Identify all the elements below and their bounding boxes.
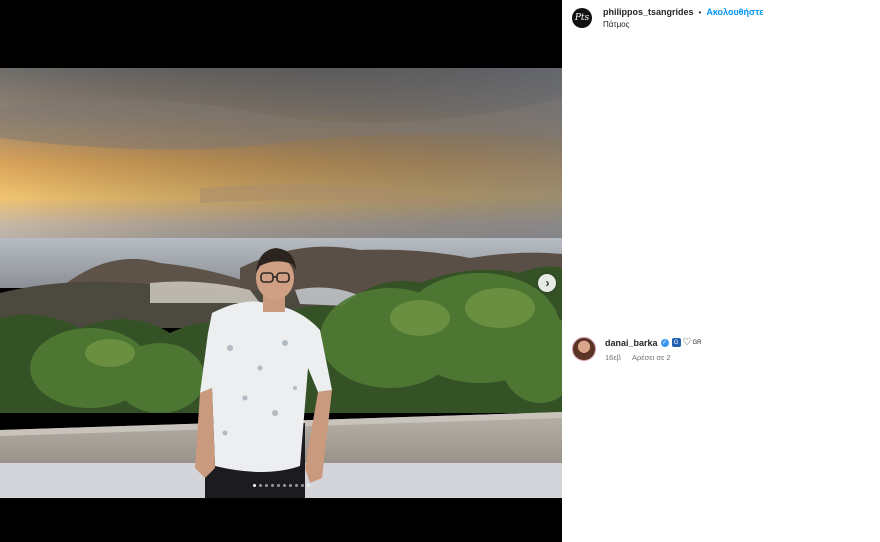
post-header: Pts philippos_tsangrides • Ακολουθήστε Π… [572, 7, 763, 29]
post-location[interactable]: Πάτμος [603, 20, 763, 29]
avatar-initials: Pts [574, 13, 590, 23]
verified-badge-icon: ✓ [660, 338, 669, 347]
carousel-dot [282, 484, 286, 487]
follow-button[interactable]: Ακολουθήστε [706, 7, 763, 17]
carousel-dot [270, 484, 274, 487]
comment-item: danai_barka ✓ G ♡ GR 16εβ Αρέσει σε 2 [572, 337, 702, 362]
comment-flag-text: GR [692, 339, 702, 346]
chevron-right-icon: › [545, 276, 550, 290]
author-username[interactable]: philippos_tsangrides [603, 7, 694, 17]
carousel-dot [294, 484, 298, 487]
separator-dot: • [698, 7, 702, 17]
comment-time[interactable]: 16εβ [605, 353, 621, 362]
post-sidebar: Pts philippos_tsangrides • Ακολουθήστε Π… [562, 0, 880, 542]
author-info: philippos_tsangrides • Ακολουθήστε Πάτμο… [603, 7, 763, 29]
commenter-username[interactable]: danai_barka [605, 338, 658, 348]
carousel-indicator [0, 484, 562, 487]
carousel-dot [252, 484, 256, 487]
comment-heart-emoji: ♡ [682, 337, 692, 348]
carousel-dot [288, 484, 292, 487]
carousel-dot [264, 484, 268, 487]
comment-likes[interactable]: Αρέσει σε 2 [632, 353, 671, 362]
post-photo[interactable] [0, 68, 562, 498]
author-avatar[interactable]: Pts [572, 8, 592, 28]
sunset-photo [0, 68, 562, 498]
comment-body: danai_barka ✓ G ♡ GR 16εβ Αρέσει σε 2 [605, 337, 702, 362]
comment-emoji-badge: G [671, 338, 681, 347]
post-media: › [0, 0, 562, 542]
next-slide-button[interactable]: › [538, 274, 556, 292]
commenter-avatar[interactable] [572, 337, 596, 361]
comment-line: danai_barka ✓ G ♡ GR [605, 337, 702, 348]
carousel-dot [300, 484, 304, 487]
carousel-dot [276, 484, 280, 487]
author-line: philippos_tsangrides • Ακολουθήστε [603, 7, 763, 17]
carousel-dot [258, 484, 262, 487]
comment-meta: 16εβ Αρέσει σε 2 [605, 353, 702, 362]
carousel-dot [306, 484, 310, 487]
